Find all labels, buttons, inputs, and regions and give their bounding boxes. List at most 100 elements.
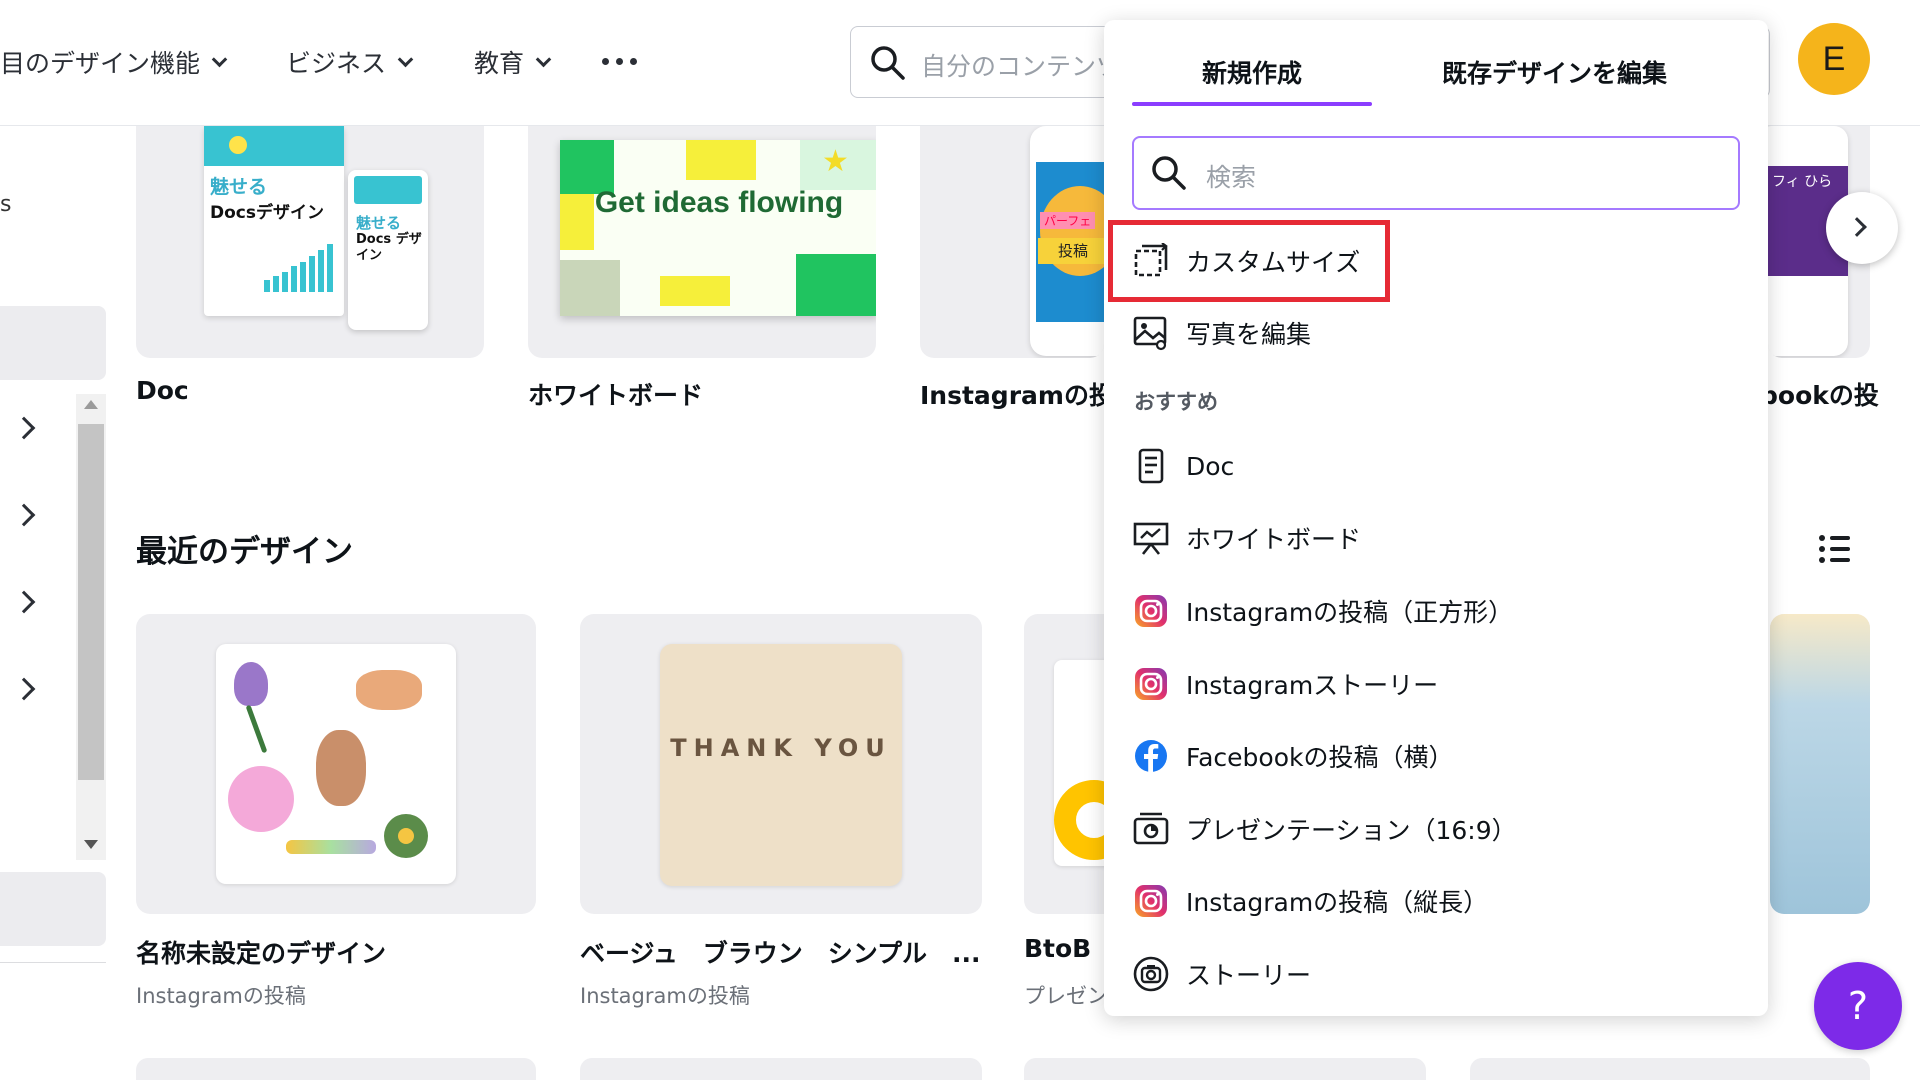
thumb-text: 投稿 — [1038, 238, 1104, 264]
recent-design-name[interactable]: 名称未設定のデザイン — [136, 934, 386, 970]
bar-graphic — [264, 244, 333, 292]
avatar[interactable]: E — [1798, 23, 1870, 95]
facebook-icon — [1132, 737, 1170, 775]
menu-item-label: Instagramの投稿（縦長） — [1186, 888, 1489, 917]
create-design-panel: 新規作成 既存デザインを編集 検索 カスタムサイズ 写真を編集 おすすめ Doc… — [1104, 20, 1768, 1016]
nav-design-features[interactable]: 目のデザイン機能 — [0, 44, 228, 80]
group-label-recommended: おすすめ — [1134, 390, 1218, 414]
help-button[interactable]: ? — [1814, 962, 1902, 1050]
sidebar-item[interactable] — [0, 872, 106, 946]
menu-item-label: カスタムサイズ — [1186, 248, 1361, 277]
instagram-icon — [1132, 665, 1170, 703]
tab-create-new[interactable]: 新規作成 — [1202, 54, 1302, 90]
menu-item-label: プレゼンテーション（16:9） — [1186, 816, 1517, 845]
recent-design-type: プレゼン — [1024, 984, 1108, 1008]
menu-item-instagram-square[interactable]: Instagramの投稿（正方形） — [1132, 583, 1513, 639]
thumb-text: 魅せる — [356, 214, 402, 232]
design-card-partial — [580, 1058, 982, 1080]
whiteboard-icon — [1132, 519, 1170, 557]
menu-item-story[interactable]: ストーリー — [1132, 946, 1311, 1002]
design-thumbnail — [1770, 614, 1870, 914]
thumb-text: THANK YOU — [670, 734, 892, 762]
recent-design-card[interactable] — [136, 614, 536, 914]
chevron-down-icon — [397, 51, 414, 67]
search-placeholder: 検索 — [1206, 163, 1257, 192]
design-card-partial — [136, 1058, 536, 1080]
panel-search-input[interactable]: 検索 — [1132, 136, 1740, 210]
menu-item-label: ストーリー — [1186, 961, 1312, 990]
thank-you-thumbnail: THANK YOU — [660, 644, 902, 886]
recent-design-name[interactable]: BtoB — [1024, 934, 1091, 963]
template-card-instagram[interactable]: パーフェ 投稿 — [920, 126, 1104, 358]
menu-item-facebook-post[interactable]: Facebookの投稿（横） — [1132, 728, 1453, 784]
section-title-recent: 最近のデザイン — [136, 534, 353, 570]
sidebar-selected-item[interactable] — [0, 306, 106, 380]
photo-edit-icon — [1132, 314, 1170, 352]
menu-item-whiteboard[interactable]: ホワイトボード — [1132, 510, 1361, 566]
menu-item-instagram-story[interactable]: Instagramストーリー — [1132, 656, 1438, 712]
nav-education[interactable]: 教育 — [474, 44, 552, 80]
chevron-right-icon[interactable] — [12, 677, 36, 701]
recent-design-type: Instagramの投稿 — [580, 984, 750, 1008]
scroll-down-arrow-icon[interactable] — [84, 840, 98, 849]
thumb-text: Get ideas flowing — [594, 186, 844, 219]
scroll-up-arrow-icon[interactable] — [84, 400, 98, 409]
menu-item-label: Instagramの投稿（正方形） — [1186, 598, 1514, 627]
presentation-icon — [1132, 810, 1170, 848]
menu-item-doc[interactable]: Doc — [1132, 438, 1234, 494]
chevron-down-icon — [535, 51, 552, 67]
chevron-right-icon[interactable] — [12, 590, 36, 614]
whiteboard-thumbnail: ★ Get ideas flowing — [560, 140, 876, 316]
menu-item-instagram-portrait[interactable]: Instagramの投稿（縦長） — [1132, 873, 1488, 929]
menu-item-label: Doc — [1186, 451, 1235, 481]
search-icon — [1152, 156, 1186, 190]
nav-business[interactable]: ビジネス — [286, 44, 414, 80]
recent-design-card[interactable] — [1770, 614, 1870, 914]
menu-item-label: Instagramストーリー — [1186, 671, 1439, 700]
chevron-right-icon — [1847, 217, 1867, 237]
chevron-down-icon — [211, 51, 228, 67]
thumb-text: パーフェ — [1040, 212, 1096, 229]
nav-label: ビジネス — [286, 49, 387, 78]
recent-design-type: Instagramの投稿 — [136, 984, 306, 1008]
custom-size-icon — [1132, 242, 1170, 280]
menu-item-label: ホワイトボード — [1186, 525, 1362, 554]
sidebar-scrollbar-thumb[interactable] — [78, 424, 104, 780]
list-view-icon[interactable] — [1818, 532, 1852, 566]
menu-item-photo-edit[interactable]: 写真を編集 — [1132, 305, 1311, 361]
chevron-right-icon[interactable] — [12, 416, 36, 440]
thumb-text: Docsデザイン — [210, 203, 324, 223]
design-card-partial — [1470, 1058, 1870, 1080]
thumb-text: フィ ひら — [1772, 174, 1833, 190]
template-label: bookの投 — [1760, 381, 1879, 410]
template-label: ホワイトボード — [528, 381, 704, 410]
design-card-partial — [1024, 1058, 1426, 1080]
instagram-icon — [1132, 882, 1170, 920]
carousel-next-button[interactable] — [1826, 192, 1898, 264]
search-icon — [871, 46, 905, 80]
search-placeholder: 自分のコンテンツ — [921, 52, 1122, 81]
menu-item-presentation[interactable]: プレゼンテーション（16:9） — [1132, 801, 1517, 857]
menu-item-label: 写真を編集 — [1186, 320, 1312, 349]
instagram-thumbnail: パーフェ 投稿 — [1030, 126, 1104, 356]
sticker-thumbnail — [216, 644, 456, 884]
recent-design-name[interactable]: ベージュ ブラウン シンプル ... — [580, 934, 981, 970]
sidebar-partial-text: s — [0, 192, 12, 217]
more-menu-icon[interactable] — [602, 58, 637, 65]
thumb-text: 魅せる — [210, 176, 268, 198]
template-label: Doc — [136, 376, 189, 405]
menu-item-label: Facebookの投稿（横） — [1186, 743, 1454, 772]
nav-label: 教育 — [474, 49, 525, 78]
sidebar-divider — [0, 962, 106, 963]
chevron-right-icon[interactable] — [12, 503, 36, 527]
story-icon — [1132, 955, 1170, 993]
tab-edit-existing[interactable]: 既存デザインを編集 — [1442, 54, 1667, 90]
template-card-doc[interactable]: 魅せる Docsデザイン 魅せる Docs デザイン — [136, 126, 484, 358]
doc-icon — [1132, 447, 1170, 485]
template-card-whiteboard[interactable]: ★ Get ideas flowing — [528, 126, 876, 358]
doc-thumbnail: 魅せる Docsデザイン — [204, 126, 344, 316]
thumb-text: Docs デザイン — [356, 232, 422, 263]
menu-item-custom-size[interactable]: カスタムサイズ — [1132, 233, 1360, 289]
star-icon: ★ — [822, 144, 849, 179]
recent-design-card[interactable]: THANK YOU — [580, 614, 982, 914]
